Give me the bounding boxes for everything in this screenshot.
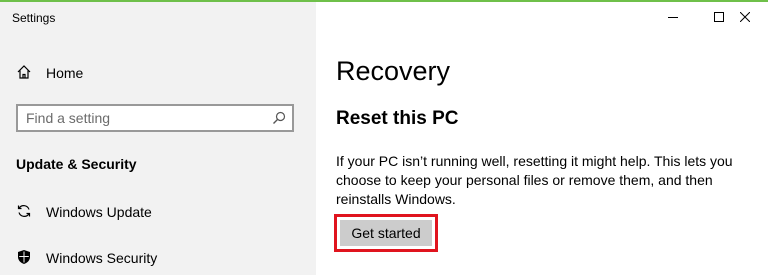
- page-title: Recovery: [336, 56, 451, 86]
- sidebar-item-label: Windows Update: [46, 204, 152, 220]
- sidebar: Settings Home Update & Security: [0, 2, 316, 275]
- sidebar-item-label: Home: [46, 65, 84, 81]
- app-title: Settings: [12, 11, 56, 25]
- sidebar-item-home[interactable]: Home: [0, 60, 316, 88]
- search-input[interactable]: [26, 109, 266, 127]
- minimize-icon: [668, 17, 678, 18]
- search-box[interactable]: [16, 104, 294, 132]
- sidebar-item-label: Windows Security: [46, 250, 158, 266]
- close-button[interactable]: [722, 2, 768, 32]
- home-icon: [16, 64, 32, 80]
- search-icon[interactable]: [272, 111, 286, 125]
- sidebar-item-windows-security[interactable]: Windows Security: [0, 244, 316, 272]
- reset-description: If your PC isn’t running well, resetting…: [336, 153, 733, 207]
- sync-icon: [16, 203, 32, 219]
- get-started-button[interactable]: Get started: [340, 220, 432, 246]
- settings-window: Settings Home Update & Security: [0, 0, 768, 275]
- sidebar-item-windows-update[interactable]: Windows Update: [0, 198, 316, 226]
- close-icon: [740, 12, 750, 22]
- minimize-button[interactable]: [650, 2, 696, 32]
- section-title: Reset this PC: [336, 108, 459, 129]
- shield-icon: [16, 249, 32, 265]
- section-heading: Update & Security: [16, 156, 137, 172]
